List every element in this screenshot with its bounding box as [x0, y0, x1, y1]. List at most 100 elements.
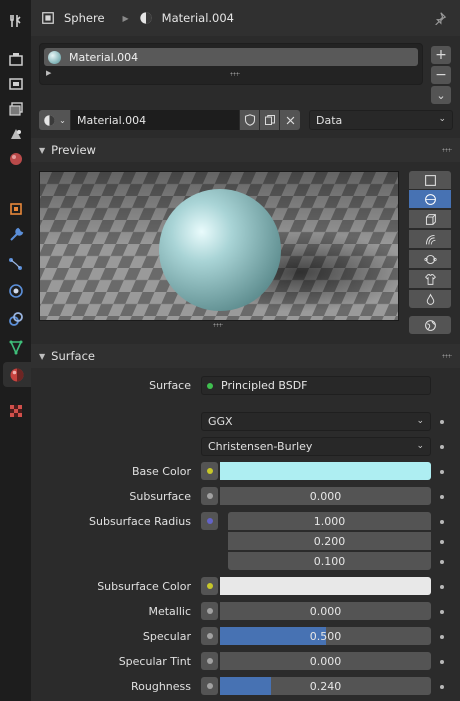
surface-label: Surface [149, 379, 191, 392]
subsurface-method-dropdown[interactable]: Christensen-Burley ⌄ [201, 437, 431, 456]
preview-title: Preview [51, 143, 96, 157]
subsurface-slider[interactable]: 0.000 [220, 487, 431, 505]
output-icon [8, 77, 23, 90]
world-tab[interactable] [3, 146, 28, 171]
keyframe-dot[interactable] [440, 540, 444, 544]
surface-shader-field[interactable]: Principled BSDF [201, 376, 431, 395]
material-name: Material.004 [161, 11, 234, 25]
subsurface-radius-y-field[interactable]: 0.200 [228, 532, 431, 550]
preview-sphere-button[interactable] [409, 190, 451, 208]
object-icon [9, 202, 22, 215]
roughness-socket[interactable] [201, 677, 218, 695]
constraints-tab[interactable] [3, 306, 28, 331]
preview-cloth-button[interactable] [409, 270, 451, 288]
shield-icon [244, 114, 255, 126]
object-name: Sphere [64, 11, 105, 25]
material-icon [10, 368, 24, 381]
sphere-icon [424, 193, 436, 205]
subsurface-radius-socket[interactable] [201, 512, 218, 530]
base-color-label: Base Color [131, 465, 191, 478]
keyframe-dot[interactable] [440, 585, 444, 589]
link-mode-value: Data [316, 113, 343, 127]
preview-fluid-button[interactable] [409, 290, 451, 308]
preview-hair-button[interactable] [409, 230, 451, 248]
list-item[interactable]: Material.004 [44, 48, 418, 66]
slot-specials-button[interactable]: ⌄ [431, 86, 451, 104]
fluid-icon [426, 293, 434, 305]
preview-cube-button[interactable] [409, 210, 451, 228]
keyframe-dot[interactable] [440, 660, 444, 664]
base-color-swatch[interactable] [220, 462, 431, 480]
object-tab[interactable] [3, 196, 28, 221]
add-slot-button[interactable]: + [431, 46, 451, 64]
keyframe-dot[interactable] [440, 560, 444, 564]
subsurface-color-socket[interactable] [201, 577, 218, 595]
fake-user-button[interactable] [240, 110, 259, 130]
roughness-slider[interactable]: 0.240 [220, 677, 431, 695]
keyframe-dot[interactable] [440, 420, 444, 424]
specular-value: 0.500 [309, 629, 342, 643]
world-icon [9, 152, 22, 165]
render-tab[interactable] [3, 46, 28, 71]
specular-socket[interactable] [201, 627, 218, 645]
keyframe-dot[interactable] [440, 520, 444, 524]
tool-tab[interactable] [3, 8, 28, 33]
mesh-data-icon [9, 340, 22, 355]
browse-material-button[interactable]: ⌄ [39, 110, 70, 130]
link-mode-dropdown[interactable]: Data ⌄ [309, 110, 453, 130]
keyframe-dot[interactable] [440, 445, 444, 449]
render-icon [8, 52, 23, 66]
metallic-socket[interactable] [201, 602, 218, 620]
radius-z-value: 0.100 [313, 554, 346, 568]
distribution-dropdown[interactable]: GGX ⌄ [201, 412, 431, 431]
duplicate-icon [264, 115, 275, 125]
keyframe-dot[interactable] [440, 495, 444, 499]
subsurface-radius-x-field[interactable]: 1.000 [228, 512, 431, 530]
subsurface-socket[interactable] [201, 487, 218, 505]
specular-slider[interactable]: 0.500 [220, 627, 431, 645]
physics-tab[interactable] [3, 278, 28, 303]
particles-tab[interactable] [3, 251, 28, 276]
specular-tint-socket[interactable] [201, 652, 218, 670]
texture-tab[interactable] [3, 398, 28, 423]
preview-panel-header[interactable]: ▼ Preview [31, 138, 460, 162]
chevron-down-icon: ⌄ [416, 441, 424, 451]
material-name-field[interactable]: Material.004 [71, 110, 239, 130]
subsurface-radius-z-field[interactable]: 0.100 [228, 552, 431, 570]
roughness-label: Roughness [130, 680, 191, 693]
list-resize-handle[interactable] [230, 72, 240, 76]
keyframe-dot[interactable] [440, 685, 444, 689]
pin-icon[interactable] [433, 11, 447, 25]
remove-slot-button[interactable]: − [431, 66, 451, 84]
preview-world-button[interactable] [409, 316, 451, 334]
unlink-material-button[interactable] [280, 110, 300, 130]
chevron-down-icon: ⌄ [438, 114, 446, 124]
keyframe-dot[interactable] [440, 610, 444, 614]
expand-arrow-icon[interactable]: ▶ [46, 69, 51, 77]
specular-label: Specular [142, 630, 191, 643]
duplicate-material-button[interactable] [260, 110, 279, 130]
texture-icon [9, 404, 22, 417]
subsurface-color-swatch[interactable] [220, 577, 431, 595]
specular-tint-slider[interactable]: 0.000 [220, 652, 431, 670]
view-layer-tab[interactable] [3, 96, 28, 121]
modifier-tab[interactable] [3, 222, 28, 247]
output-tab[interactable] [3, 71, 28, 96]
surface-title: Surface [51, 349, 95, 363]
metallic-slider[interactable]: 0.000 [220, 602, 431, 620]
preview-resize-handle[interactable] [213, 323, 223, 327]
material-icon [139, 12, 152, 24]
keyframe-dot[interactable] [440, 635, 444, 639]
object-data-tab[interactable] [3, 334, 28, 359]
surface-panel-header[interactable]: ▼ Surface [31, 344, 460, 368]
panel-drag-handle[interactable] [442, 354, 452, 358]
material-preview [39, 171, 399, 321]
preview-monkey-button[interactable] [409, 250, 451, 268]
panel-drag-handle[interactable] [442, 148, 452, 152]
base-color-socket[interactable] [201, 462, 218, 480]
object-icon [42, 12, 54, 24]
material-tab[interactable] [3, 362, 31, 387]
scene-tab[interactable] [3, 121, 28, 146]
keyframe-dot[interactable] [440, 470, 444, 474]
preview-plane-button[interactable] [409, 171, 451, 189]
